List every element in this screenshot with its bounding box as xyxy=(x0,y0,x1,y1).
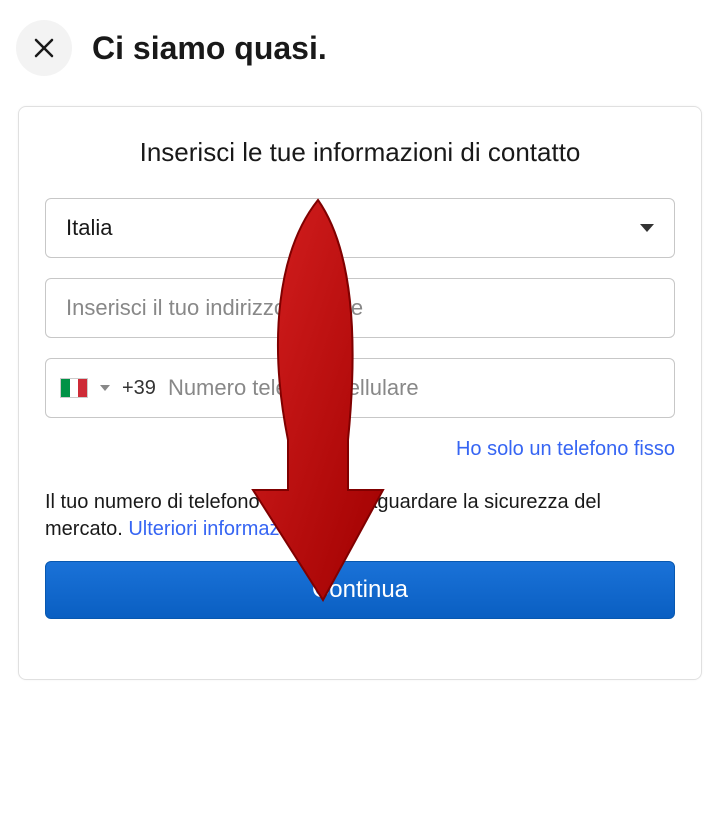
chevron-down-icon[interactable] xyxy=(100,385,110,391)
info-text-suffix: . xyxy=(311,518,317,540)
card-title: Inserisci le tue informazioni di contatt… xyxy=(45,137,675,168)
phone-field-wrapper: +39 xyxy=(45,358,675,418)
address-field-wrapper xyxy=(45,278,675,338)
country-select-value: Italia xyxy=(66,215,112,241)
italy-flag-icon[interactable] xyxy=(60,378,88,398)
page-title: Ci siamo quasi. xyxy=(92,30,327,67)
close-button[interactable] xyxy=(16,20,72,76)
chevron-down-icon xyxy=(640,224,654,232)
address-input[interactable] xyxy=(66,295,654,321)
info-text: Il tuo numero di telefono aiuta a salvag… xyxy=(45,489,675,543)
landline-only-link[interactable]: Ho solo un telefono fisso xyxy=(45,438,675,461)
contact-form-card: Inserisci le tue informazioni di contatt… xyxy=(18,106,702,680)
dial-code: +39 xyxy=(122,377,156,400)
close-icon xyxy=(32,36,56,60)
more-info-link[interactable]: Ulteriori informazioni xyxy=(128,518,310,540)
phone-input[interactable] xyxy=(168,375,654,401)
header: Ci siamo quasi. xyxy=(0,0,720,96)
continue-button[interactable]: Continua xyxy=(45,561,675,619)
country-select[interactable]: Italia xyxy=(45,198,675,258)
